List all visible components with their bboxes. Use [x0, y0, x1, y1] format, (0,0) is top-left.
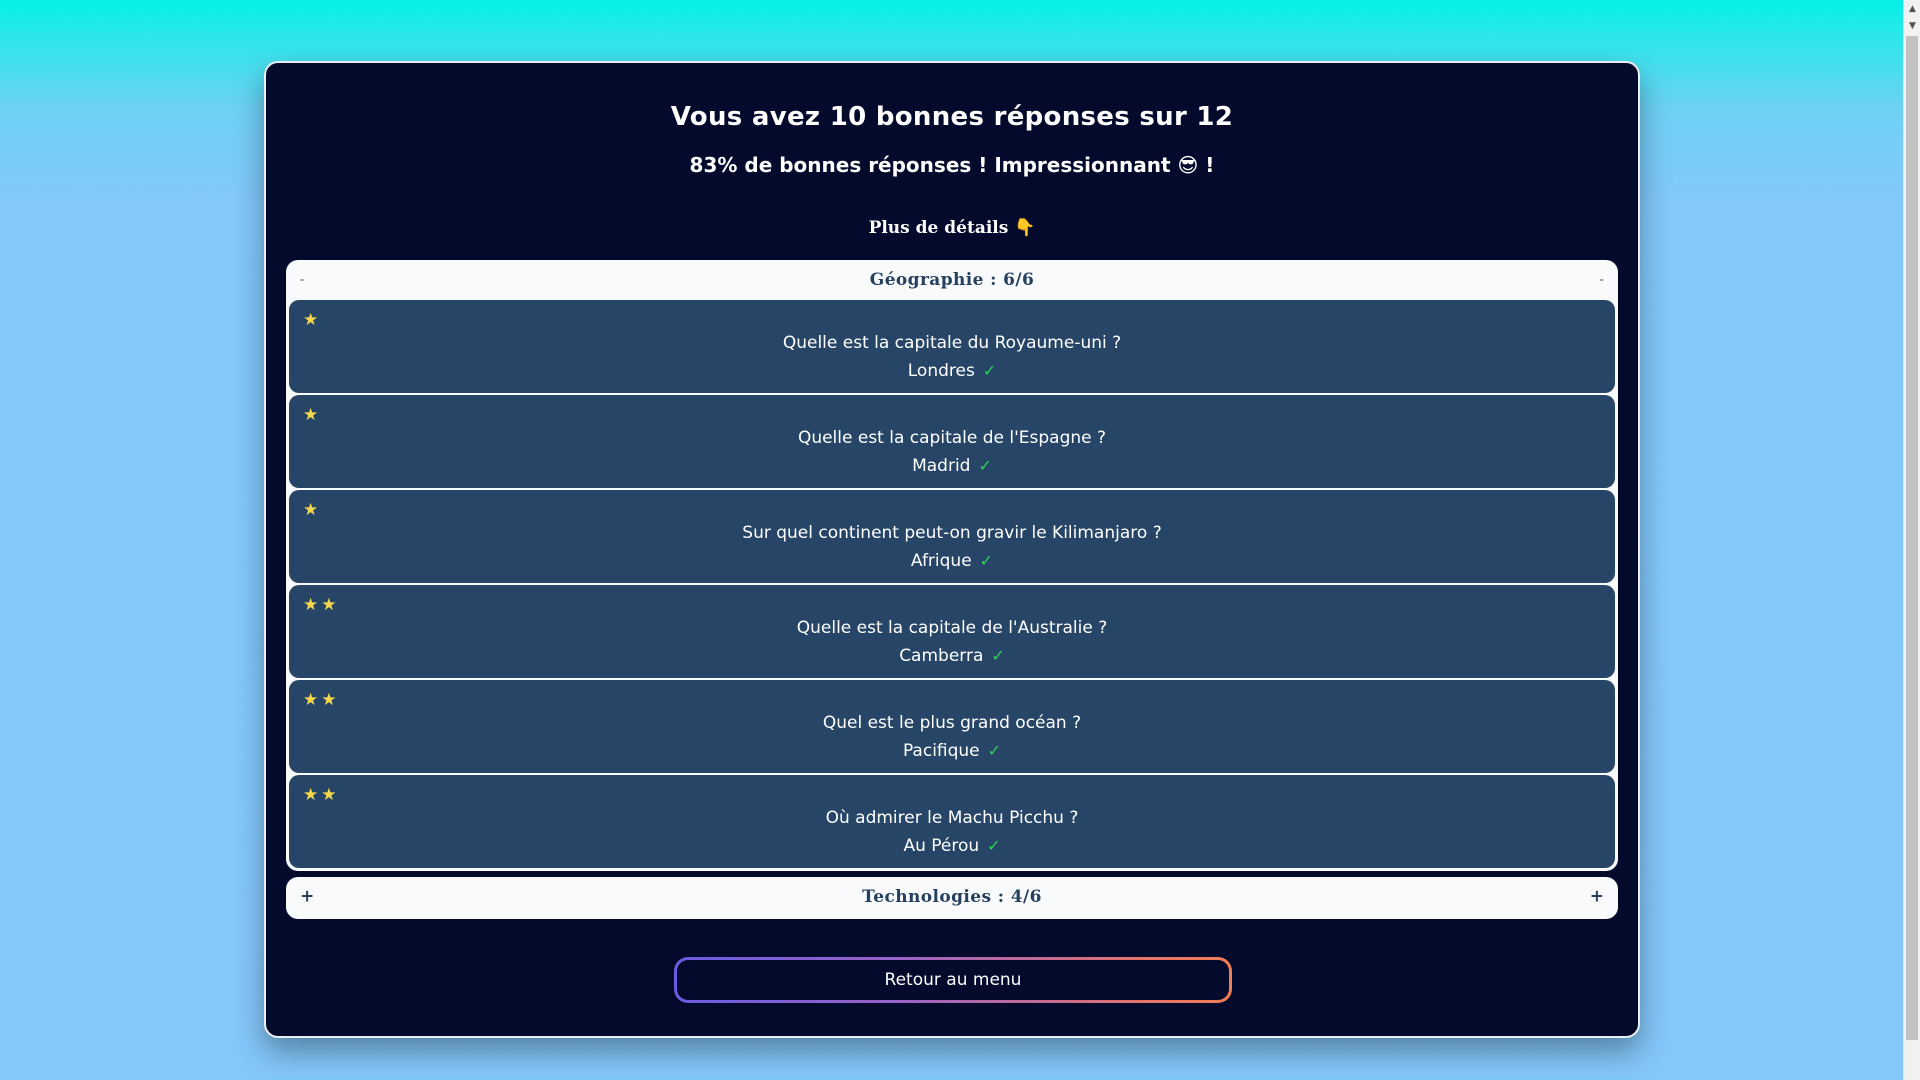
scroll-up-arrow-icon[interactable]: ▲ [1904, 0, 1920, 17]
details-heading: Plus de détails 👇 [266, 218, 1638, 238]
details-label: Plus de détails [868, 218, 1009, 238]
difficulty-stars: ★★ [303, 690, 340, 710]
question-item: ★ Sur quel continent peut-on gravir le K… [289, 490, 1615, 583]
expand-icon[interactable]: + [300, 887, 314, 907]
question-item: ★★ Quelle est la capitale de l'Australie… [289, 585, 1615, 678]
question-item: ★ Quelle est la capitale du Royaume-uni … [289, 300, 1615, 393]
results-subtitle: 83% de bonnes réponses ! Impressionnant … [689, 153, 1215, 177]
question-list: ★ Quelle est la capitale du Royaume-uni … [289, 300, 1615, 870]
answer-text: Afrique [910, 551, 972, 571]
difficulty-stars: ★ [303, 500, 322, 520]
answer-text: Londres [907, 361, 975, 381]
answer-row: Au Pérou ✓ [289, 836, 1615, 856]
difficulty-stars: ★ [303, 310, 322, 330]
category-technologies: + Technologies : 4/6 + [286, 877, 1618, 919]
back-to-menu-button[interactable]: Retour au menu [674, 957, 1232, 1003]
question-text: Quelle est la capitale de l'Australie ? [796, 618, 1108, 638]
check-icon: ✓ [987, 836, 1001, 855]
answer-text: Au Pérou [903, 836, 980, 856]
check-icon: ✓ [982, 361, 997, 380]
answer-text: Camberra [899, 646, 984, 666]
results-title: Vous avez 10 bonnes réponses sur 12 [670, 102, 1234, 132]
expand-icon[interactable]: + [1590, 887, 1604, 907]
answer-row: Madrid ✓ [289, 456, 1615, 476]
back-to-menu-label: Retour au menu [677, 960, 1229, 1000]
question-text: Quelle est la capitale du Royaume-uni ? [782, 333, 1122, 353]
question-text: Où admirer le Machu Picchu ? [825, 808, 1079, 828]
question-item: ★ Quelle est la capitale de l'Espagne ? … [289, 395, 1615, 488]
question-text: Quel est le plus grand océan ? [822, 713, 1082, 733]
category-header-geographie[interactable]: - Géographie : 6/6 - [286, 260, 1618, 300]
category-title: Géographie : 6/6 [869, 270, 1035, 290]
collapse-icon[interactable]: - [1600, 273, 1604, 287]
scroll-down-arrow-icon[interactable]: ▼ [1904, 17, 1920, 34]
answer-text: Pacifique [902, 741, 980, 761]
pointing-down-icon: 👇 [1014, 218, 1036, 238]
results-card: Vous avez 10 bonnes réponses sur 12 83% … [264, 61, 1640, 1038]
difficulty-stars: ★★ [303, 595, 340, 615]
check-icon: ✓ [978, 456, 992, 475]
check-icon: ✓ [991, 646, 1005, 665]
difficulty-stars: ★★ [303, 785, 340, 805]
check-icon: ✓ [987, 741, 1002, 760]
answer-row: Afrique ✓ [289, 551, 1615, 571]
collapse-icon[interactable]: - [300, 273, 304, 287]
category-title: Technologies : 4/6 [862, 887, 1042, 907]
page-scrollbar[interactable]: ▲ ▼ [1903, 0, 1920, 1080]
answer-row: Londres ✓ [289, 361, 1615, 381]
scrollbar-thumb[interactable] [1906, 36, 1918, 1040]
answer-row: Pacifique ✓ [289, 741, 1615, 761]
question-item: ★★ Quel est le plus grand océan ? Pacifi… [289, 680, 1615, 773]
check-icon: ✓ [979, 551, 994, 570]
difficulty-stars: ★ [303, 405, 322, 425]
answer-row: Camberra ✓ [289, 646, 1615, 666]
question-item: ★★ Où admirer le Machu Picchu ? Au Pérou… [289, 775, 1615, 868]
question-text: Quelle est la capitale de l'Espagne ? [797, 428, 1107, 448]
answer-text: Madrid [912, 456, 971, 476]
category-geographie: - Géographie : 6/6 - ★ Quelle est la cap… [286, 260, 1618, 871]
category-header-technologies[interactable]: + Technologies : 4/6 + [286, 877, 1618, 917]
question-text: Sur quel continent peut-on gravir le Kil… [742, 523, 1162, 543]
